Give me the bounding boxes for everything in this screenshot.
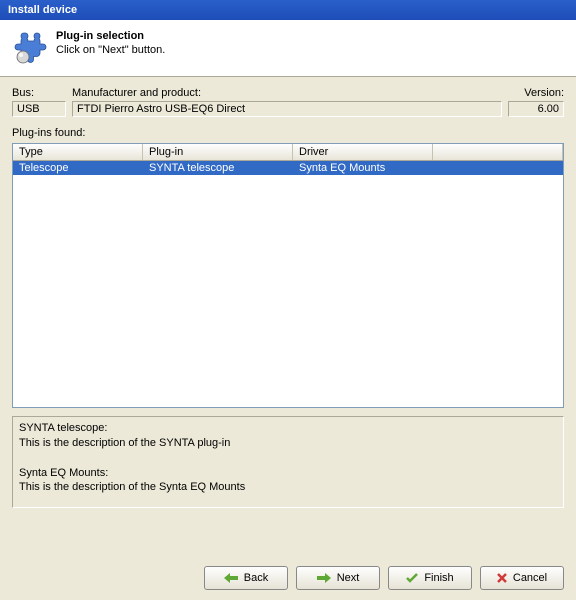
content-area: Bus: Manufacturer and product: Version: … bbox=[0, 77, 576, 518]
plugin-icon bbox=[12, 30, 48, 66]
device-info: Bus: Manufacturer and product: Version: … bbox=[12, 87, 564, 117]
button-bar: Back Next Finish Cancel bbox=[0, 556, 576, 600]
description-box: SYNTA telescope: This is the description… bbox=[12, 416, 564, 508]
header-subtext: Click on "Next" button. bbox=[56, 44, 165, 56]
version-value: 6.00 bbox=[508, 101, 564, 117]
bus-label: Bus: bbox=[12, 87, 66, 99]
plugins-found-label: Plug-ins found: bbox=[12, 127, 564, 139]
table-row[interactable]: Telescope SYNTA telescope Synta EQ Mount… bbox=[13, 161, 563, 175]
col-plugin[interactable]: Plug-in bbox=[143, 144, 293, 160]
window-titlebar: Install device bbox=[0, 0, 576, 20]
arrow-left-icon bbox=[224, 573, 238, 583]
header-heading: Plug-in selection bbox=[56, 30, 165, 42]
header-text: Plug-in selection Click on "Next" button… bbox=[56, 30, 165, 56]
back-button[interactable]: Back bbox=[204, 566, 288, 590]
cell-type: Telescope bbox=[13, 161, 143, 175]
manufacturer-label: Manufacturer and product: bbox=[72, 87, 502, 99]
finish-button[interactable]: Finish bbox=[388, 566, 472, 590]
col-type[interactable]: Type bbox=[13, 144, 143, 160]
version-label: Version: bbox=[508, 87, 564, 99]
cell-driver: Synta EQ Mounts bbox=[293, 161, 433, 175]
bus-value: USB bbox=[12, 101, 66, 117]
next-label: Next bbox=[337, 572, 360, 584]
close-icon bbox=[497, 573, 507, 583]
finish-label: Finish bbox=[424, 572, 453, 584]
manufacturer-value: FTDI Pierro Astro USB-EQ6 Direct bbox=[72, 101, 502, 117]
cancel-label: Cancel bbox=[513, 572, 547, 584]
col-extra[interactable] bbox=[433, 144, 563, 160]
window-title: Install device bbox=[8, 4, 77, 16]
table-header: Type Plug-in Driver bbox=[13, 144, 563, 161]
cancel-button[interactable]: Cancel bbox=[480, 566, 564, 590]
next-button[interactable]: Next bbox=[296, 566, 380, 590]
arrow-right-icon bbox=[317, 573, 331, 583]
plugins-table[interactable]: Type Plug-in Driver Telescope SYNTA tele… bbox=[12, 143, 564, 408]
cell-plugin: SYNTA telescope bbox=[143, 161, 293, 175]
wizard-header: Plug-in selection Click on "Next" button… bbox=[0, 20, 576, 77]
col-driver[interactable]: Driver bbox=[293, 144, 433, 160]
back-label: Back bbox=[244, 572, 268, 584]
check-icon bbox=[406, 573, 418, 583]
